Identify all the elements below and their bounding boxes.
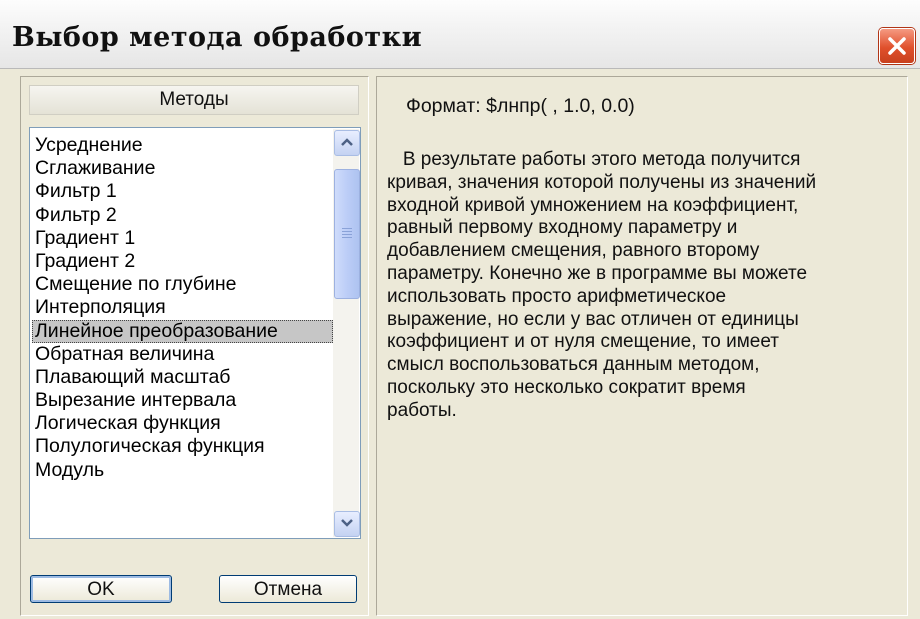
dialog-body: Методы Усреднение Сглаживание Фильтр 1 Филь…	[6, 70, 916, 616]
list-item[interactable]: Полулогическая функция	[33, 435, 333, 458]
description-line: смысл воспользоваться данным методом,	[387, 354, 760, 376]
methods-listbox[interactable]: Усреднение Сглаживание Фильтр 1 Фильтр 2 Гра…	[29, 127, 361, 539]
description-line: использовать просто арифметическое	[387, 285, 727, 307]
grip-line	[342, 228, 352, 229]
list-item[interactable]: Линейное преобразование	[32, 319, 333, 343]
list-item[interactable]: Плавающий масштаб	[33, 366, 333, 389]
chevron-up-icon	[341, 138, 353, 146]
description-line: выражение, но если у вас отличен от един…	[387, 308, 799, 330]
close-icon	[888, 37, 906, 55]
list-item[interactable]: Градиент 2	[33, 250, 333, 273]
description-line: В результате работы этого метода получит…	[387, 149, 801, 170]
list-item[interactable]: Смещение по глубине	[33, 273, 333, 296]
list-item[interactable]: Градиент 1	[33, 227, 333, 250]
list-item[interactable]: Усреднение	[33, 134, 333, 157]
list-item[interactable]: Фильтр 2	[33, 204, 333, 227]
method-description: В результате работы этого метода получит…	[387, 149, 897, 423]
description-line: добавлением смещения, равного второму	[387, 240, 760, 262]
list-item[interactable]: Интерполяция	[33, 296, 333, 319]
description-panel: Формат: $лнпр( , 1.0, 0.0) В результате …	[376, 76, 908, 616]
grip-line	[342, 231, 352, 232]
title-bar: Выбор метода обработки	[0, 0, 920, 69]
list-item[interactable]: Логическая функция	[33, 412, 333, 435]
format-label: Формат: $лнпр( , 1.0, 0.0)	[406, 95, 635, 117]
scroll-thumb[interactable]	[334, 169, 360, 299]
description-line: входной кривой умножением на коэффициент…	[387, 194, 799, 216]
cancel-button[interactable]: Отмена	[219, 575, 357, 603]
description-line: параметру. Конечно же в программе вы мож…	[387, 262, 808, 284]
methods-list: Усреднение Сглаживание Фильтр 1 Фильтр 2 Гра…	[32, 134, 333, 482]
grip-line	[342, 234, 352, 235]
description-line: кривая, значения которой получены из зна…	[387, 171, 817, 193]
list-item[interactable]: Сглаживание	[33, 157, 333, 180]
chevron-down-icon	[341, 519, 353, 527]
description-line: равный первому входному параметру и	[387, 217, 738, 239]
vertical-scrollbar[interactable]	[333, 129, 360, 537]
list-item[interactable]: Фильтр 1	[33, 180, 333, 203]
description-line: работы.	[387, 399, 457, 421]
scroll-up-button[interactable]	[334, 130, 360, 156]
methods-header: Методы	[29, 85, 359, 115]
grip-line	[342, 237, 352, 238]
list-item[interactable]: Модуль	[33, 459, 333, 482]
scroll-down-button[interactable]	[334, 511, 360, 537]
window-title: Выбор метода обработки	[12, 22, 423, 53]
close-button[interactable]	[879, 28, 915, 64]
methods-panel: Методы Усреднение Сглаживание Фильтр 1 Филь…	[20, 76, 369, 616]
description-line: коэффициент и от нуля смещение, то имеет	[387, 331, 780, 353]
list-item[interactable]: Обратная величина	[33, 343, 333, 366]
description-line: поскольку это несколько сократит время	[387, 376, 746, 398]
ok-button[interactable]: OK	[30, 575, 172, 603]
list-item[interactable]: Вырезание интервала	[33, 389, 333, 412]
